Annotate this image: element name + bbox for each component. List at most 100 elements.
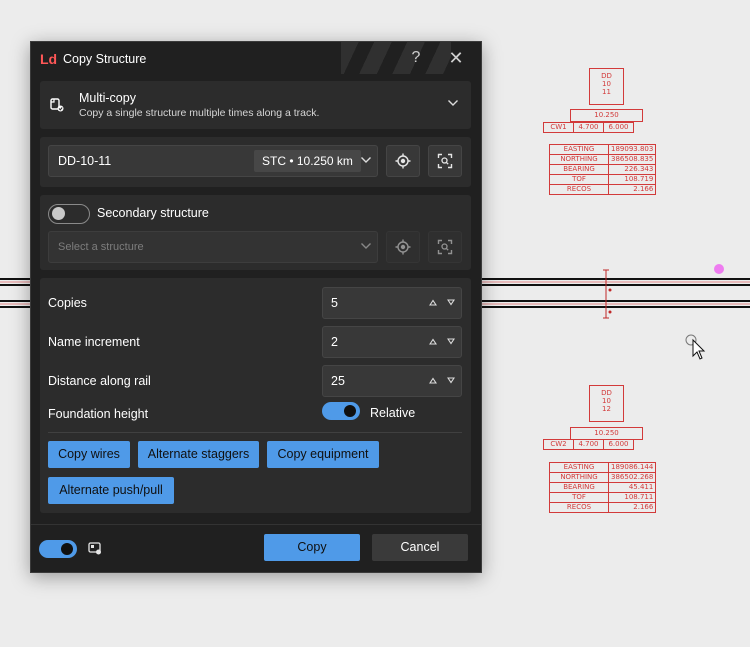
copy-wires-button[interactable]: Copy wires [48, 441, 130, 468]
mode-selector[interactable]: Multi-copy Copy a single structure multi… [40, 81, 471, 129]
selection-dot [714, 264, 724, 274]
mode-title: Multi-copy [79, 91, 136, 105]
titlebar-decoration [341, 42, 451, 74]
copies-value: 5 [331, 296, 338, 310]
divider [48, 432, 462, 433]
cw-table-top: CW1 4.700 6.000 [543, 122, 634, 133]
coord-value: 108.711 [607, 492, 657, 503]
distance-value: 25 [331, 374, 345, 388]
structure-id-line: 11 [602, 88, 611, 96]
chevron-down-icon[interactable] [360, 242, 372, 250]
zoom-extent-icon [437, 239, 453, 255]
decrement-icon[interactable] [447, 299, 455, 306]
chevron-down-icon[interactable] [447, 99, 459, 107]
distance-label: Distance along rail [48, 374, 151, 388]
preview-image-icon[interactable] [88, 542, 102, 555]
toggle-knob [344, 405, 356, 417]
cancel-button[interactable]: Cancel [372, 534, 468, 561]
toggle-knob [52, 207, 65, 220]
structure-id-box-bottom: DD 10 12 [589, 385, 624, 422]
footer-divider [31, 524, 481, 525]
preview-toggle[interactable] [39, 540, 77, 558]
secondary-structure-toggle[interactable] [48, 204, 90, 224]
foundation-height-label: Foundation height [48, 407, 149, 421]
dialog-title: Copy Structure [63, 52, 147, 66]
coord-label: BEARING [549, 164, 609, 175]
increment-icon[interactable] [429, 299, 437, 306]
copies-stepper[interactable]: 5 [322, 287, 462, 319]
chainage-box-top: 10.250 [570, 109, 643, 122]
cw-table-bottom: CW2 4.700 6.000 [543, 439, 634, 450]
mouse-cursor-icon [692, 338, 706, 360]
coord-label: BEARING [549, 482, 609, 493]
copy-options-panel: Copies 5 Name increment 2 Distance along… [40, 278, 471, 513]
distance-stepper[interactable]: 25 [322, 365, 462, 397]
structure-name: DD-10-11 [58, 154, 112, 168]
coord-value: 2.166 [607, 184, 657, 195]
decrement-icon[interactable] [447, 338, 455, 345]
coord-label: EASTING [549, 462, 609, 473]
secondary-structure-select[interactable]: Select a structure [48, 231, 378, 263]
cw-cell: CW1 [543, 122, 574, 133]
secondary-structure-placeholder: Select a structure [58, 241, 144, 253]
structure-id-line: 12 [602, 405, 611, 413]
cw-cell: 6.000 [603, 439, 634, 450]
structure-id-line: 10 [602, 80, 611, 88]
zoom-extent-icon [437, 153, 453, 169]
app-logo: Ld [40, 51, 58, 67]
structure-id-line: DD [601, 389, 612, 397]
coord-value: 189086.144 [607, 462, 657, 473]
structure-panel: DD-10-11 STC • 10.250 km [40, 137, 471, 187]
copy-button[interactable]: Copy [264, 534, 360, 561]
copy-equipment-button[interactable]: Copy equipment [267, 441, 379, 468]
structure-id-line: 10 [602, 397, 611, 405]
secondary-structure-label: Secondary structure [97, 206, 209, 220]
coord-label: TOF [549, 174, 609, 185]
structure-location-chip: STC • 10.250 km [254, 150, 361, 172]
cw-cell: 4.700 [573, 122, 604, 133]
coordinate-table-top: EASTING 189093.803 NORTHING 386508.835 BEA… [549, 144, 657, 195]
coord-value: 108.719 [607, 174, 657, 185]
mode-description: Copy a single structure multiple times a… [79, 107, 320, 119]
foundation-height-mode: Relative [370, 406, 416, 420]
foundation-height-toggle[interactable] [322, 402, 360, 420]
coord-value: 386502.268 [607, 472, 657, 483]
increment-icon[interactable] [429, 377, 437, 384]
locate-secondary-button[interactable] [386, 231, 420, 263]
copy-structure-dialog: Ld Copy Structure ? ✕ Multi-copy Copy a … [30, 41, 482, 573]
secondary-structure-panel: Secondary structure Select a structure [40, 195, 471, 270]
multi-copy-icon [50, 98, 64, 112]
alternate-staggers-button[interactable]: Alternate staggers [138, 441, 259, 468]
coord-value: 189093.803 [607, 144, 657, 155]
dialog-titlebar[interactable]: Ld Copy Structure ? ✕ [31, 42, 481, 74]
coord-label: RECOS [549, 184, 609, 195]
structure-select[interactable]: DD-10-11 STC • 10.250 km [48, 145, 378, 177]
help-button[interactable]: ? [405, 47, 427, 69]
structure-id-box-top: DD 10 11 [589, 68, 624, 105]
name-increment-stepper[interactable]: 2 [322, 326, 462, 358]
coordinate-table-bottom: EASTING 189086.144 NORTHING 386502.268 BEA… [549, 462, 657, 513]
name-increment-label: Name increment [48, 335, 140, 349]
zoom-to-secondary-button[interactable] [428, 231, 462, 263]
coord-label: RECOS [549, 502, 609, 513]
crosshair-icon [395, 239, 411, 255]
cw-cell: 6.000 [603, 122, 634, 133]
cw-cell: CW2 [543, 439, 574, 450]
locate-structure-button[interactable] [386, 145, 420, 177]
coord-value: 386508.835 [607, 154, 657, 165]
name-increment-value: 2 [331, 335, 338, 349]
chevron-down-icon[interactable] [360, 156, 372, 164]
coord-value: 45.411 [607, 482, 657, 493]
coord-label: EASTING [549, 144, 609, 155]
alternate-push-pull-button[interactable]: Alternate push/pull [48, 477, 174, 504]
close-button[interactable]: ✕ [445, 47, 467, 69]
copies-label: Copies [48, 296, 87, 310]
coord-label: TOF [549, 492, 609, 503]
crosshair-icon [395, 153, 411, 169]
coord-label: NORTHING [549, 472, 609, 483]
coord-value: 226.343 [607, 164, 657, 175]
zoom-to-structure-button[interactable] [428, 145, 462, 177]
decrement-icon[interactable] [447, 377, 455, 384]
toggle-knob [61, 543, 73, 555]
increment-icon[interactable] [429, 338, 437, 345]
